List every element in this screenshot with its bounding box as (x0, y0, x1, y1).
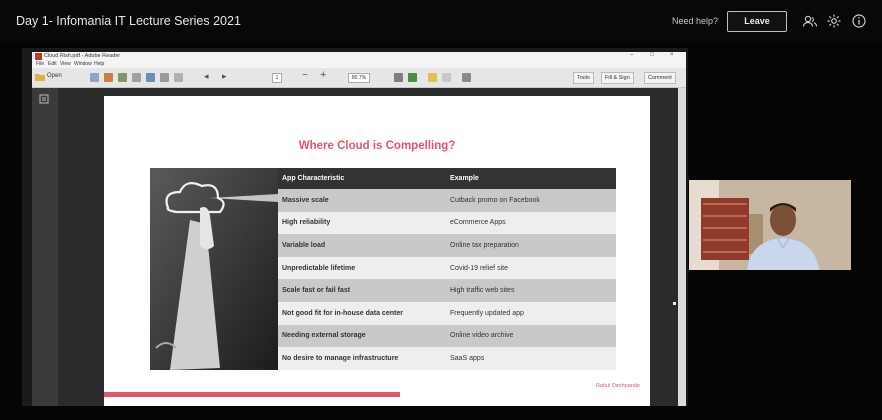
sticky-note-icon[interactable] (442, 73, 451, 82)
pdf-app-icon (35, 53, 42, 60)
hand-cloud-illustration (150, 168, 278, 370)
menu-window[interactable]: Window (74, 61, 92, 67)
zoom-level-select[interactable]: 80.7% (348, 73, 370, 83)
need-help-link[interactable]: Need help? (672, 16, 718, 26)
previous-page-icon[interactable]: ◂ (204, 71, 209, 82)
pdf-reader-window: Cloud Rish.pdf - Adobe Reader – □ × File… (32, 52, 686, 406)
menu-view[interactable]: View (60, 61, 71, 67)
slide-author: Rahul Deshpande (595, 383, 640, 389)
table-row: Scale fast or fail fast High traffic web … (278, 279, 616, 302)
create-icon[interactable] (90, 73, 99, 82)
table-cell-example: Online tax preparation (446, 234, 616, 257)
table-row: Massive scale Cutback promo on Facebook (278, 189, 616, 212)
share-icon[interactable] (160, 73, 169, 82)
fit-width-icon[interactable] (408, 73, 417, 82)
minimize-icon[interactable]: – (630, 52, 633, 58)
participants-icon[interactable] (802, 13, 818, 29)
table-cell-characteristic: Variable load (278, 234, 446, 257)
fill-sign-button[interactable]: Fill & Sign (601, 72, 634, 84)
table-cell-example: Online video archive (446, 324, 616, 348)
save-icon[interactable] (118, 73, 127, 82)
table-cell-example: Cutback promo on Facebook (446, 189, 616, 212)
menu-file[interactable]: File (36, 61, 44, 67)
reader-window-title: Cloud Rish.pdf - Adobe Reader (44, 53, 121, 59)
table-row: High reliability eCommerce Apps (278, 211, 616, 235)
table-cell-characteristic: Needing external storage (278, 324, 446, 348)
tools-button[interactable]: Tools (573, 72, 594, 84)
table-cell-characteristic: Scale fast or fail fast (278, 279, 446, 302)
column-header-example: Example (446, 168, 616, 189)
settings-icon[interactable] (826, 13, 842, 29)
slide-title: Where Cloud is Compelling? (298, 140, 456, 152)
slide-page: Where Cloud is Compelling? App Character… (104, 96, 650, 406)
table-row: Unpredictable lifetime Covid-19 relief si… (278, 256, 616, 280)
reader-menu-bar: File Edit View Window Help (32, 61, 686, 68)
table-row: Variable load Online tax preparation (278, 234, 616, 257)
info-icon[interactable] (851, 13, 867, 29)
table-row: Needing external storage Online video arc… (278, 324, 616, 348)
meeting-title: Day 1- Infomania IT Lecture Series 2021 (16, 14, 241, 28)
email-icon[interactable] (146, 73, 155, 82)
meeting-top-bar: Day 1- Infomania IT Lecture Series 2021 … (0, 0, 882, 42)
column-header-characteristic: App Characteristic (278, 168, 446, 189)
table-cell-characteristic: No desire to manage infrastructure (278, 347, 446, 370)
page-thumbnails-icon[interactable] (39, 94, 49, 104)
shared-screen: Cloud Rish.pdf - Adobe Reader – □ × File… (22, 48, 688, 406)
table-cell-characteristic: Massive scale (278, 189, 446, 212)
zoom-in-icon[interactable]: + (320, 69, 326, 81)
leave-button[interactable]: Leave (727, 11, 787, 32)
table-cell-example: SaaS apps (446, 347, 616, 370)
table-cell-characteristic: Not good fit for in-house data center (278, 301, 446, 325)
open-button[interactable]: Open (47, 73, 62, 79)
next-page-icon[interactable]: ▸ (222, 71, 227, 82)
reader-title-bar: Cloud Rish.pdf - Adobe Reader – □ × (32, 52, 686, 61)
menu-help[interactable]: Help (94, 61, 104, 67)
table-row: No desire to manage infrastructure SaaS a… (278, 347, 616, 370)
table-cell-characteristic: High reliability (278, 211, 446, 235)
fit-page-icon[interactable] (394, 73, 403, 82)
speaker-video-frame (689, 180, 851, 270)
table-cell-example: Covid-19 relief site (446, 256, 616, 280)
export-icon[interactable] (104, 73, 113, 82)
sign-icon[interactable] (462, 73, 471, 82)
cloud-compelling-table: App Characteristic Example Massive scale… (278, 168, 616, 370)
open-folder-icon[interactable] (35, 72, 45, 82)
slide-footer-bar (104, 392, 400, 397)
table-cell-example: eCommerce Apps (446, 211, 616, 235)
table-header-row: App Characteristic Example (278, 168, 616, 189)
highlight-icon[interactable] (428, 73, 437, 82)
table-cell-example: Frequently updated app (446, 301, 616, 325)
maximize-icon[interactable]: □ (650, 52, 654, 58)
cloud-touch-image (150, 168, 278, 370)
table-cell-example: High traffic web sites (446, 279, 616, 302)
zoom-out-icon[interactable]: − (302, 70, 308, 81)
close-icon[interactable]: × (670, 52, 674, 58)
page-number-input[interactable]: 1 (272, 73, 282, 83)
mouse-pointer (673, 302, 676, 305)
comment-tool-icon[interactable] (174, 73, 183, 82)
table-cell-characteristic: Unpredictable lifetime (278, 256, 446, 280)
vertical-scrollbar[interactable] (678, 88, 686, 406)
comment-button[interactable]: Comment (644, 72, 676, 84)
menu-edit[interactable]: Edit (48, 61, 57, 67)
reader-toolbar: Open ◂ ▸ 1 − + 80.7% Tools Fill & Sign C… (32, 68, 686, 88)
navigation-panel (32, 88, 58, 406)
print-icon[interactable] (132, 73, 141, 82)
table-row: Not good fit for in-house data center Fre… (278, 301, 616, 325)
speaker-video[interactable] (689, 180, 851, 270)
